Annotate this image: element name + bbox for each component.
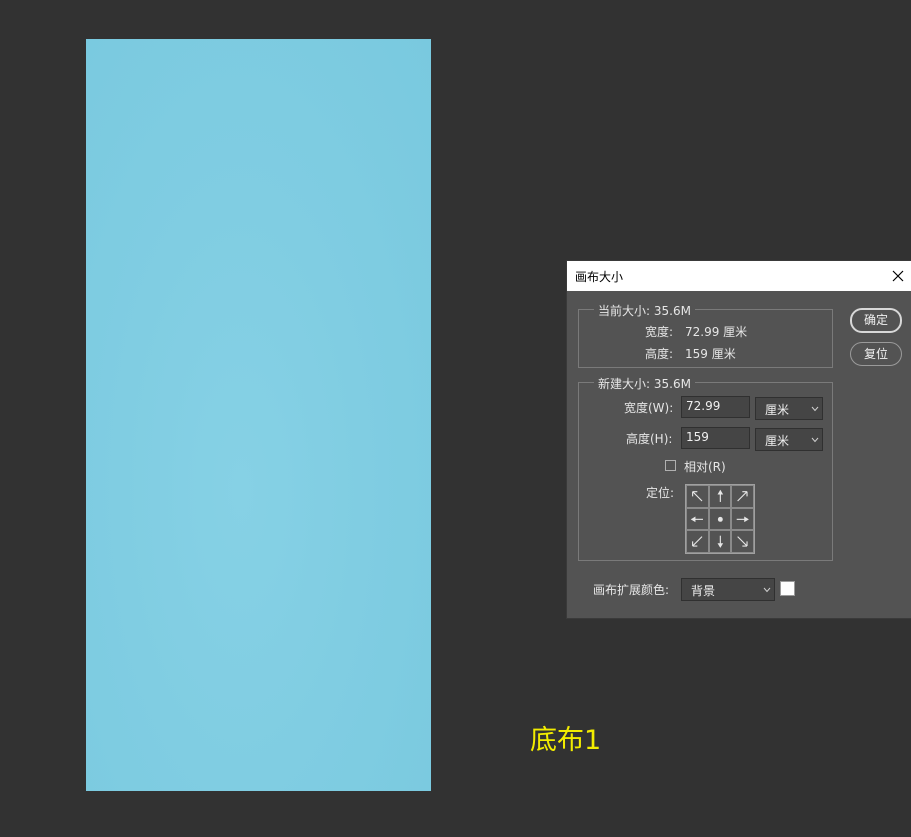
new-size-legend: 新建大小: 35.6M [594, 375, 695, 392]
anchor-top-right[interactable] [731, 485, 754, 508]
document-canvas[interactable] [86, 39, 431, 791]
reset-button[interactable]: 复位 [850, 342, 902, 366]
arrow-down-right-icon [737, 536, 748, 547]
anchor-bottom[interactable] [708, 530, 732, 553]
center-dot-icon [717, 516, 723, 522]
current-width-value: 72.99 厘米 [685, 325, 748, 339]
dialog-title: 画布大小 [575, 270, 624, 284]
close-icon[interactable] [888, 266, 908, 286]
relative-checkbox[interactable] [665, 460, 676, 471]
current-width-label: 宽度: [645, 325, 674, 339]
height-unit-value: 厘米 [765, 434, 790, 448]
extension-color-label: 画布扩展颜色: [593, 583, 670, 597]
canvas-caption: 底布1 [530, 725, 602, 756]
arrow-left-icon [690, 516, 703, 522]
anchor-bottom-left[interactable] [686, 530, 709, 553]
width-unit-select[interactable]: 厘米 [755, 397, 823, 420]
anchor-center[interactable] [708, 507, 732, 531]
current-height-label: 高度: [645, 347, 674, 361]
chevron-down-icon [811, 437, 819, 443]
canvas-size-dialog: 画布大小 当前大小: 35.6M 宽度: 72.99 厘米 高度: 159 厘米… [567, 261, 911, 618]
arrow-right-icon [737, 516, 750, 522]
arrow-up-icon [717, 489, 723, 502]
height-unit-select[interactable]: 厘米 [755, 428, 823, 451]
chevron-down-icon [811, 406, 819, 412]
relative-label[interactable]: 相对(R) [684, 458, 726, 475]
width-input[interactable]: 72.99 [681, 396, 750, 418]
new-width-label: 宽度(W): [624, 401, 674, 415]
anchor-grid [685, 484, 755, 554]
width-unit-value: 厘米 [765, 403, 790, 417]
anchor-bottom-right[interactable] [731, 530, 754, 553]
anchor-top[interactable] [708, 485, 732, 508]
ok-button[interactable]: 确定 [850, 308, 902, 333]
new-height-label: 高度(H): [626, 432, 673, 446]
arrow-up-left-icon [692, 491, 703, 502]
extension-color-swatch[interactable] [780, 581, 795, 596]
extension-color-select[interactable]: 背景 [681, 578, 775, 601]
anchor-top-left[interactable] [686, 485, 709, 508]
extension-color-value: 背景 [691, 584, 716, 598]
anchor-right[interactable] [731, 507, 754, 531]
dialog-titlebar[interactable]: 画布大小 [567, 261, 911, 291]
chevron-down-icon [763, 587, 771, 593]
arrow-down-left-icon [692, 536, 703, 547]
arrow-up-right-icon [737, 491, 748, 502]
anchor-left[interactable] [686, 507, 709, 531]
current-height-value: 159 厘米 [685, 347, 736, 361]
current-size-legend: 当前大小: 35.6M [594, 302, 695, 319]
height-input[interactable]: 159 [681, 427, 750, 449]
arrow-down-icon [717, 536, 723, 549]
anchor-label: 定位: [646, 486, 675, 500]
